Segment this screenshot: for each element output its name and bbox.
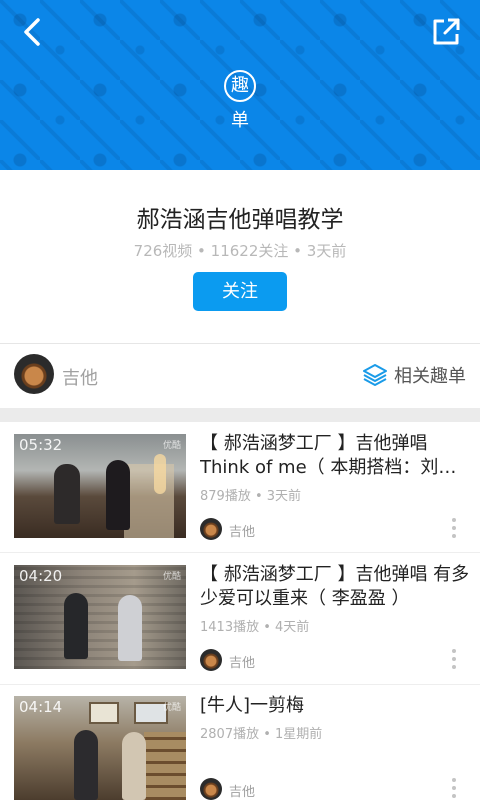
video-stats: 2807播放 • 1星期前 [200,727,323,742]
video-author-name[interactable]: 吉他 [229,521,255,540]
video-watermark: 优酷 [162,441,181,451]
external-share-icon[interactable] [426,12,466,52]
video-title[interactable]: 【 郝浩涵梦工厂 】吉他弹唱 有多少爱可以重来（ 李盈盈 ） [200,563,470,611]
author-avatar[interactable] [14,354,54,394]
header-banner: 趣 单 [0,0,480,170]
playlist-badge-subtitle: 单 [231,110,249,131]
related-playlists-label: 相关趣单 [394,366,466,387]
video-stats: 1413播放 • 4天前 [200,620,310,635]
layers-icon [363,364,387,386]
video-title[interactable]: 【 郝浩涵梦工厂 】吉他弹唱 Think of me（ 本期搭档：刘… [200,432,470,480]
video-duration: 05:32 [19,436,63,454]
video-author-avatar[interactable] [200,518,222,540]
playlist-meta: 726视频 • 11622关注 • 3天前 [133,242,347,260]
divider [0,343,480,344]
playlist-badge: 趣 [224,70,256,102]
more-options-icon[interactable] [450,776,458,800]
chevron-left-icon[interactable] [14,12,54,52]
video-author-name[interactable]: 吉他 [229,652,255,671]
video-duration: 04:20 [19,567,63,585]
video-stats: 879播放 • 3天前 [200,489,302,504]
video-list-item[interactable]: 04:20 优酷 【 郝浩涵梦工厂 】吉他弹唱 有多少爱可以重来（ 李盈盈 ） … [0,553,480,684]
video-watermark: 优酷 [162,703,181,713]
video-duration: 04:14 [19,698,63,716]
video-list-item[interactable]: 05:32 优酷 【 郝浩涵梦工厂 】吉他弹唱 Think of me（ 本期搭… [0,422,480,553]
video-watermark: 优酷 [162,572,181,582]
video-thumbnail[interactable]: 04:20 优酷 [14,565,186,669]
follow-button[interactable]: 关注 [193,272,287,311]
video-thumbnail[interactable]: 05:32 优酷 [14,434,186,538]
more-options-icon[interactable] [450,647,458,671]
section-separator [0,408,480,422]
video-title[interactable]: [牛人]一剪梅 [200,694,470,718]
playlist-title: 郝浩涵吉他弹唱教学 [136,207,344,233]
more-options-icon[interactable] [450,516,458,540]
author-name[interactable]: 吉他 [62,364,98,390]
video-author-avatar[interactable] [200,649,222,671]
video-author-avatar[interactable] [200,778,222,800]
video-list-item[interactable]: 04:14 优酷 [牛人]一剪梅 2807播放 • 1星期前 吉他 [0,684,480,800]
video-author-name[interactable]: 吉他 [229,781,255,800]
related-playlists-button[interactable]: 相关趣单 [362,362,466,388]
video-thumbnail[interactable]: 04:14 优酷 [14,696,186,800]
